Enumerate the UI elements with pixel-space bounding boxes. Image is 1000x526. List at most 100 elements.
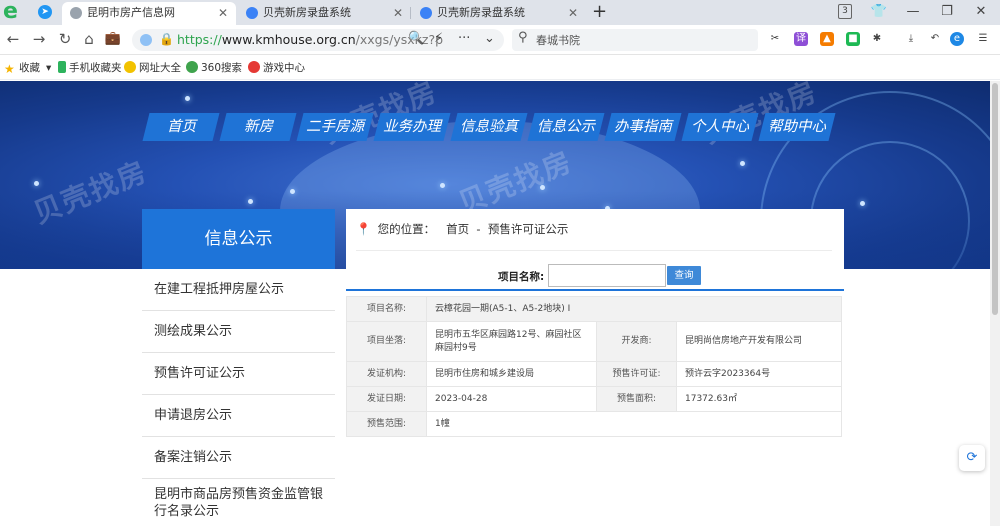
bookmark-360[interactable]: 360搜索 bbox=[186, 60, 242, 76]
bookmark-favorites[interactable]: ★ 收藏 bbox=[4, 60, 40, 76]
close-window-button[interactable]: ✕ bbox=[970, 2, 992, 22]
star-icon: ★ bbox=[4, 62, 15, 76]
cell-value: 预许云字2023364号 bbox=[676, 361, 842, 387]
home-icon[interactable]: ⌂ bbox=[80, 30, 98, 48]
tab-kmhouse[interactable]: 昆明市房产信息网 ✕ bbox=[62, 2, 236, 25]
arrow-left-icon[interactable]: ← bbox=[4, 30, 22, 48]
banner-dot bbox=[290, 189, 295, 194]
cell-value: 昆明市住房和城乡建设局 bbox=[426, 361, 597, 387]
more-icon[interactable]: ··· bbox=[458, 29, 470, 49]
nav-help[interactable]: 帮助中心 bbox=[758, 113, 836, 141]
url-text[interactable]: https://www.kmhouse.org.cn/xxgs/ysxkz?p bbox=[177, 31, 443, 49]
close-tab-icon[interactable]: ✕ bbox=[218, 2, 228, 24]
fox-extension-icon[interactable]: ▲ bbox=[820, 32, 834, 46]
game-icon bbox=[248, 61, 260, 73]
cell-label: 预售范围: bbox=[346, 411, 427, 437]
nav-business[interactable]: 业务办理 bbox=[373, 113, 451, 141]
sites-icon bbox=[124, 61, 136, 73]
project-name-input[interactable] bbox=[548, 264, 666, 287]
tab-beike-1[interactable]: 贝壳新房录盘系统 ✕ bbox=[238, 2, 411, 25]
scrollbar-thumb[interactable] bbox=[992, 83, 998, 315]
cell-label: 项目名称: bbox=[346, 296, 427, 322]
nav-public-info[interactable]: 信息公示 bbox=[527, 113, 605, 141]
close-tab-icon[interactable]: ✕ bbox=[568, 2, 578, 24]
shirt-icon[interactable]: 👕 bbox=[868, 2, 890, 22]
sidebar-item-refund[interactable]: 申请退房公示 bbox=[142, 395, 335, 437]
nav-new-homes[interactable]: 新房 bbox=[219, 113, 297, 141]
bookmark-mobile[interactable]: 手机收藏夹 bbox=[58, 60, 122, 76]
sidebar-item-bank-list[interactable]: 昆明市商品房预售资金监管银行名录公示 bbox=[142, 479, 335, 526]
cell-value: 17372.63㎡ bbox=[676, 386, 842, 412]
banner-dot bbox=[34, 181, 39, 186]
translate-icon[interactable]: 译 bbox=[794, 32, 808, 46]
bookmark-games[interactable]: 游戏中心 bbox=[248, 60, 305, 76]
nav-home[interactable]: 首页 bbox=[142, 113, 220, 141]
lock-icon: 🔒 bbox=[159, 32, 174, 46]
tab-count-badge[interactable]: 3 bbox=[838, 4, 852, 19]
browser-logo-icon[interactable]: e bbox=[3, 1, 23, 23]
web-page: 贝壳找房 贝壳找房 贝壳找房 贝壳找房 首页 新房 二手房源 业务办理 信息验真… bbox=[0, 81, 1000, 526]
briefcase-icon[interactable]: 💼 bbox=[104, 30, 122, 48]
divider bbox=[356, 250, 832, 251]
nav-personal[interactable]: 个人中心 bbox=[681, 113, 759, 141]
table-row: 项目名称: 云樟花园一期(A5-1、A5-2地块) I bbox=[346, 296, 842, 322]
cell-label: 发证日期: bbox=[346, 386, 427, 412]
sidebar: 信息公示 在建工程抵押房屋公示 测绘成果公示 预售许可证公示 申请退房公示 备案… bbox=[142, 209, 335, 526]
sidebar-item-presale-permit[interactable]: 预售许可证公示 bbox=[142, 353, 335, 395]
nav-verify[interactable]: 信息验真 bbox=[450, 113, 528, 141]
breadcrumb: 📍 您的位置： 首页 - 预售许可证公示 bbox=[356, 222, 569, 236]
sidebar-item-cancel[interactable]: 备案注销公示 bbox=[142, 437, 335, 479]
sidebar-title: 信息公示 bbox=[142, 209, 335, 269]
breadcrumb-current: 预售许可证公示 bbox=[487, 222, 569, 236]
page-scrollbar[interactable] bbox=[990, 81, 1000, 526]
puzzle-icon[interactable]: ✱ bbox=[870, 32, 884, 46]
new-tab-button[interactable]: + bbox=[592, 1, 607, 22]
cell-value: 2023-04-28 bbox=[426, 386, 597, 412]
address-toolbar: ← → ↻ ⌂ 💼 🔒 https://www.kmhouse.org.cn/x… bbox=[0, 25, 1000, 55]
breadcrumb-home[interactable]: 首页 bbox=[446, 222, 469, 236]
scissors-icon[interactable]: ✂ bbox=[768, 32, 782, 46]
lightning-icon[interactable]: ⚡ bbox=[434, 29, 443, 49]
banner-dot bbox=[440, 183, 445, 188]
cell-value: 1幢 bbox=[426, 411, 842, 437]
bookmark-dropdown[interactable]: ▾ bbox=[46, 60, 51, 76]
search-bar[interactable]: ⚲ 春城书院 bbox=[512, 29, 758, 51]
caret-down-icon: ▾ bbox=[46, 62, 52, 74]
banner-dot bbox=[740, 161, 745, 166]
360-icon bbox=[186, 61, 198, 73]
download-icon[interactable]: ⤓ bbox=[904, 32, 918, 46]
cell-label: 预售许可证: bbox=[596, 361, 677, 387]
telegram-icon[interactable]: ➤ bbox=[38, 5, 52, 19]
url-bar[interactable]: 🔒 https://www.kmhouse.org.cn/xxgs/ysxkz?… bbox=[132, 29, 504, 51]
search-page-icon[interactable]: 🔍 bbox=[408, 29, 424, 49]
nav-second-hand[interactable]: 二手房源 bbox=[296, 113, 374, 141]
chevron-down-icon[interactable]: ⌄ bbox=[484, 29, 495, 49]
browser-tab-bar: e ➤ 昆明市房产信息网 ✕ 贝壳新房录盘系统 ✕ 贝壳新房录盘系统 ✕ + 3… bbox=[0, 0, 1000, 25]
floating-service-icon[interactable]: ⟳ bbox=[959, 445, 985, 471]
table-row: 项目坐落: 昆明市五华区麻园路12号、麻园社区麻园村9号 开发商: 昆明尚信房地… bbox=[346, 321, 842, 362]
table-row: 发证机构: 昆明市住房和城乡建设局 预售许可证: 预许云字2023364号 bbox=[346, 361, 842, 387]
cell-label: 预售面积: bbox=[596, 386, 677, 412]
project-name-label: 项目名称: bbox=[498, 271, 545, 283]
sidebar-item-survey[interactable]: 测绘成果公示 bbox=[142, 311, 335, 353]
account-icon[interactable]: e bbox=[950, 32, 964, 46]
hamburger-icon[interactable]: ☰ bbox=[976, 32, 990, 46]
phone-icon bbox=[58, 61, 66, 73]
close-tab-icon[interactable]: ✕ bbox=[393, 2, 403, 24]
cell-label: 发证机构: bbox=[346, 361, 427, 387]
minimize-button[interactable]: — bbox=[902, 2, 924, 22]
green-extension-icon[interactable]: ■ bbox=[846, 32, 860, 46]
undo-icon[interactable]: ↶ bbox=[928, 32, 942, 46]
location-pin-icon: 📍 bbox=[356, 222, 371, 236]
restore-button[interactable]: ❐ bbox=[936, 2, 958, 22]
reload-icon[interactable]: ↻ bbox=[56, 30, 74, 48]
search-query: 春城书院 bbox=[536, 34, 580, 47]
tab-beike-2[interactable]: 贝壳新房录盘系统 ✕ bbox=[412, 2, 586, 25]
arrow-right-icon[interactable]: → bbox=[30, 30, 48, 48]
permit-detail-table: 项目名称: 云樟花园一期(A5-1、A5-2地块) I 项目坐落: 昆明市五华区… bbox=[346, 296, 842, 437]
sidebar-item-mortgage[interactable]: 在建工程抵押房屋公示 bbox=[142, 269, 335, 311]
cell-value: 昆明市五华区麻园路12号、麻园社区麻园村9号 bbox=[426, 321, 597, 362]
query-button[interactable]: 查询 bbox=[667, 266, 701, 285]
bookmark-sites[interactable]: 网址大全 bbox=[124, 60, 181, 76]
nav-guide[interactable]: 办事指南 bbox=[604, 113, 682, 141]
